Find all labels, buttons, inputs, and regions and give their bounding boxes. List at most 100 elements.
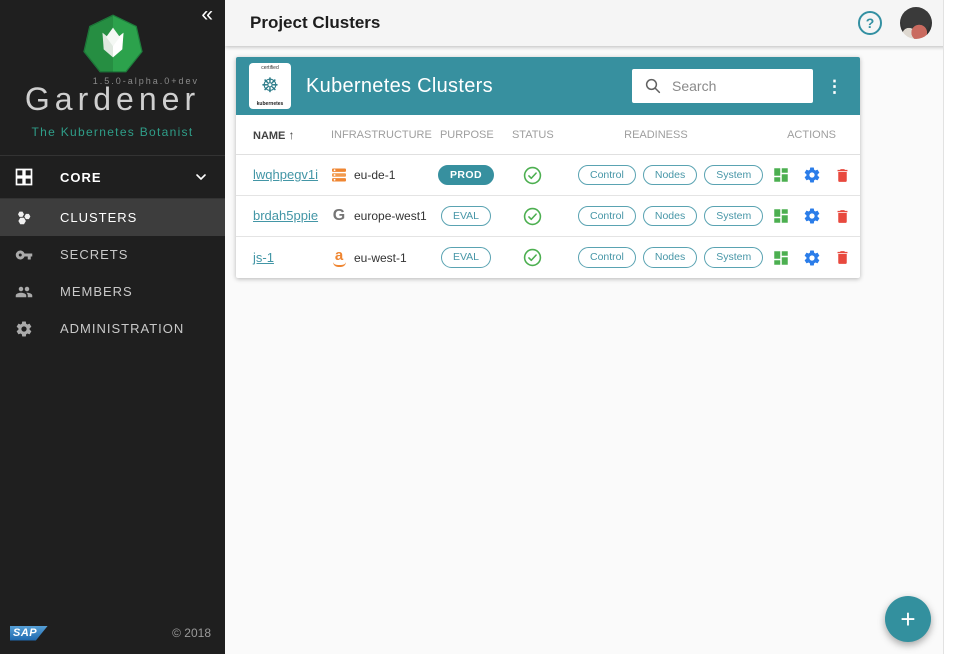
purpose-chip: EVAL bbox=[441, 206, 491, 227]
copyright: © 2018 bbox=[172, 626, 211, 640]
delete-button[interactable] bbox=[834, 249, 851, 266]
column-header-readiness[interactable]: READINESS bbox=[564, 129, 748, 141]
readiness-chip-nodes[interactable]: Nodes bbox=[643, 165, 697, 186]
page-title: Project Clusters bbox=[225, 13, 380, 33]
column-label: PURPOSE bbox=[440, 129, 494, 141]
kubernetes-wheel-icon: ☸ bbox=[261, 76, 279, 96]
delete-button[interactable] bbox=[834, 167, 851, 184]
sidebar-item-administration[interactable]: ADMINISTRATION bbox=[0, 310, 225, 347]
readiness-chip-system[interactable]: System bbox=[704, 165, 763, 186]
column-header-actions: ACTIONS bbox=[748, 129, 860, 141]
configure-button[interactable] bbox=[803, 207, 821, 225]
sidebar-item-label: SECRETS bbox=[60, 247, 128, 262]
search-box bbox=[632, 69, 813, 103]
sidebar-nav: CORE CLUSTERS SECRETS MEMBERS bbox=[0, 155, 225, 347]
topbar: Project Clusters ? bbox=[225, 0, 954, 46]
main-content: certified ☸ kubernetes Kubernetes Cluste… bbox=[225, 46, 954, 654]
openstack-icon bbox=[331, 167, 347, 183]
column-label: INFRASTRUCTURE bbox=[331, 129, 432, 141]
kebab-menu-icon[interactable]: ⋮ bbox=[826, 78, 843, 95]
column-header-purpose[interactable]: PURPOSE bbox=[432, 129, 502, 141]
aws-glyph: a bbox=[331, 249, 347, 262]
app-subtitle: The Kubernetes Botanist bbox=[0, 125, 225, 139]
dashboard-icon bbox=[772, 207, 790, 225]
dashboard-icon bbox=[772, 166, 790, 184]
status-ok-icon bbox=[523, 207, 542, 226]
region-label: eu-de-1 bbox=[354, 168, 395, 182]
gear-icon bbox=[15, 320, 33, 338]
nav-section-label: CORE bbox=[60, 170, 102, 185]
readiness-chip-nodes[interactable]: Nodes bbox=[643, 206, 697, 227]
people-icon bbox=[15, 283, 33, 301]
trash-icon bbox=[834, 249, 851, 266]
sidebar-item-clusters[interactable]: CLUSTERS bbox=[0, 199, 225, 236]
status-ok-icon bbox=[523, 166, 542, 185]
avatar[interactable] bbox=[900, 7, 932, 39]
sort-arrow-icon: ↑ bbox=[288, 128, 294, 142]
trash-icon bbox=[834, 167, 851, 184]
help-icon[interactable]: ? bbox=[858, 11, 882, 35]
sidebar-item-secrets[interactable]: SECRETS bbox=[0, 236, 225, 273]
dashboard-button[interactable] bbox=[772, 207, 790, 225]
region-label: eu-west-1 bbox=[354, 251, 407, 265]
table-row: brdah5ppie G europe-west1 EVAL Control N… bbox=[236, 196, 860, 237]
table-header: NAME ↑ INFRASTRUCTURE PURPOSE STATUS REA… bbox=[236, 115, 860, 155]
column-header-name[interactable]: NAME ↑ bbox=[236, 128, 331, 142]
readiness-chip-control[interactable]: Control bbox=[578, 165, 636, 186]
column-label: STATUS bbox=[512, 129, 554, 141]
readiness-chip-system[interactable]: System bbox=[704, 206, 763, 227]
add-cluster-button[interactable]: + bbox=[885, 596, 931, 642]
cluster-name-link[interactable]: lwqhpegv1i bbox=[253, 167, 318, 182]
search-icon bbox=[644, 77, 662, 95]
cluster-name-link[interactable]: js-1 bbox=[253, 250, 274, 265]
column-label: NAME bbox=[253, 130, 285, 142]
configure-button[interactable] bbox=[803, 166, 821, 184]
sidebar-item-label: MEMBERS bbox=[60, 284, 133, 299]
sidebar: « 1.5.0-alpha.0+dev Gardener The Kuberne… bbox=[0, 0, 225, 654]
readiness-chip-nodes[interactable]: Nodes bbox=[643, 247, 697, 268]
dashboard-icon bbox=[772, 249, 790, 267]
clusters-card-header: certified ☸ kubernetes Kubernetes Cluste… bbox=[236, 57, 860, 115]
key-icon bbox=[15, 246, 33, 264]
sidebar-item-members[interactable]: MEMBERS bbox=[0, 273, 225, 310]
readiness-chip-control[interactable]: Control bbox=[578, 247, 636, 268]
hexagon-cluster-icon bbox=[15, 209, 33, 227]
scrollbar[interactable] bbox=[943, 0, 954, 654]
dashboard-button[interactable] bbox=[772, 166, 790, 184]
column-header-status[interactable]: STATUS bbox=[502, 129, 564, 141]
table-row: js-1 a eu-west-1 EVAL Control Nod bbox=[236, 237, 860, 278]
trash-icon bbox=[834, 208, 851, 225]
readiness-chip-system[interactable]: System bbox=[704, 247, 763, 268]
readiness-chip-control[interactable]: Control bbox=[578, 206, 636, 227]
gardener-logo bbox=[82, 14, 144, 76]
clusters-card: certified ☸ kubernetes Kubernetes Cluste… bbox=[236, 57, 860, 278]
purpose-chip: PROD bbox=[438, 165, 494, 186]
plus-icon: + bbox=[900, 604, 915, 635]
chevron-down-icon bbox=[193, 169, 209, 185]
sidebar-collapse-icon[interactable]: « bbox=[201, 4, 213, 25]
search-input[interactable] bbox=[672, 78, 805, 94]
sidebar-footer: SAP © 2018 bbox=[0, 612, 225, 654]
status-ok-icon bbox=[523, 248, 542, 267]
gear-icon bbox=[803, 207, 821, 225]
card-title: Kubernetes Clusters bbox=[306, 75, 493, 98]
nav-section-core[interactable]: CORE bbox=[0, 155, 225, 199]
gear-icon bbox=[803, 166, 821, 184]
column-header-infrastructure[interactable]: INFRASTRUCTURE bbox=[331, 129, 432, 141]
purpose-chip: EVAL bbox=[441, 247, 491, 268]
badge-kubernetes-label: kubernetes bbox=[257, 101, 284, 107]
column-label: READINESS bbox=[624, 129, 688, 141]
region-label: europe-west1 bbox=[354, 209, 427, 223]
sidebar-item-label: CLUSTERS bbox=[60, 210, 137, 225]
aws-icon: a bbox=[331, 249, 347, 267]
delete-button[interactable] bbox=[834, 208, 851, 225]
help-glyph: ? bbox=[866, 15, 875, 31]
cluster-name-link[interactable]: brdah5ppie bbox=[253, 208, 318, 223]
sidebar-item-label: ADMINISTRATION bbox=[60, 321, 184, 336]
topbar-actions: ? bbox=[858, 7, 954, 39]
badge-certified-label: certified bbox=[261, 65, 279, 71]
dashboard-button[interactable] bbox=[772, 249, 790, 267]
column-label: ACTIONS bbox=[787, 129, 836, 141]
configure-button[interactable] bbox=[803, 249, 821, 267]
gcp-icon: G bbox=[331, 207, 347, 225]
